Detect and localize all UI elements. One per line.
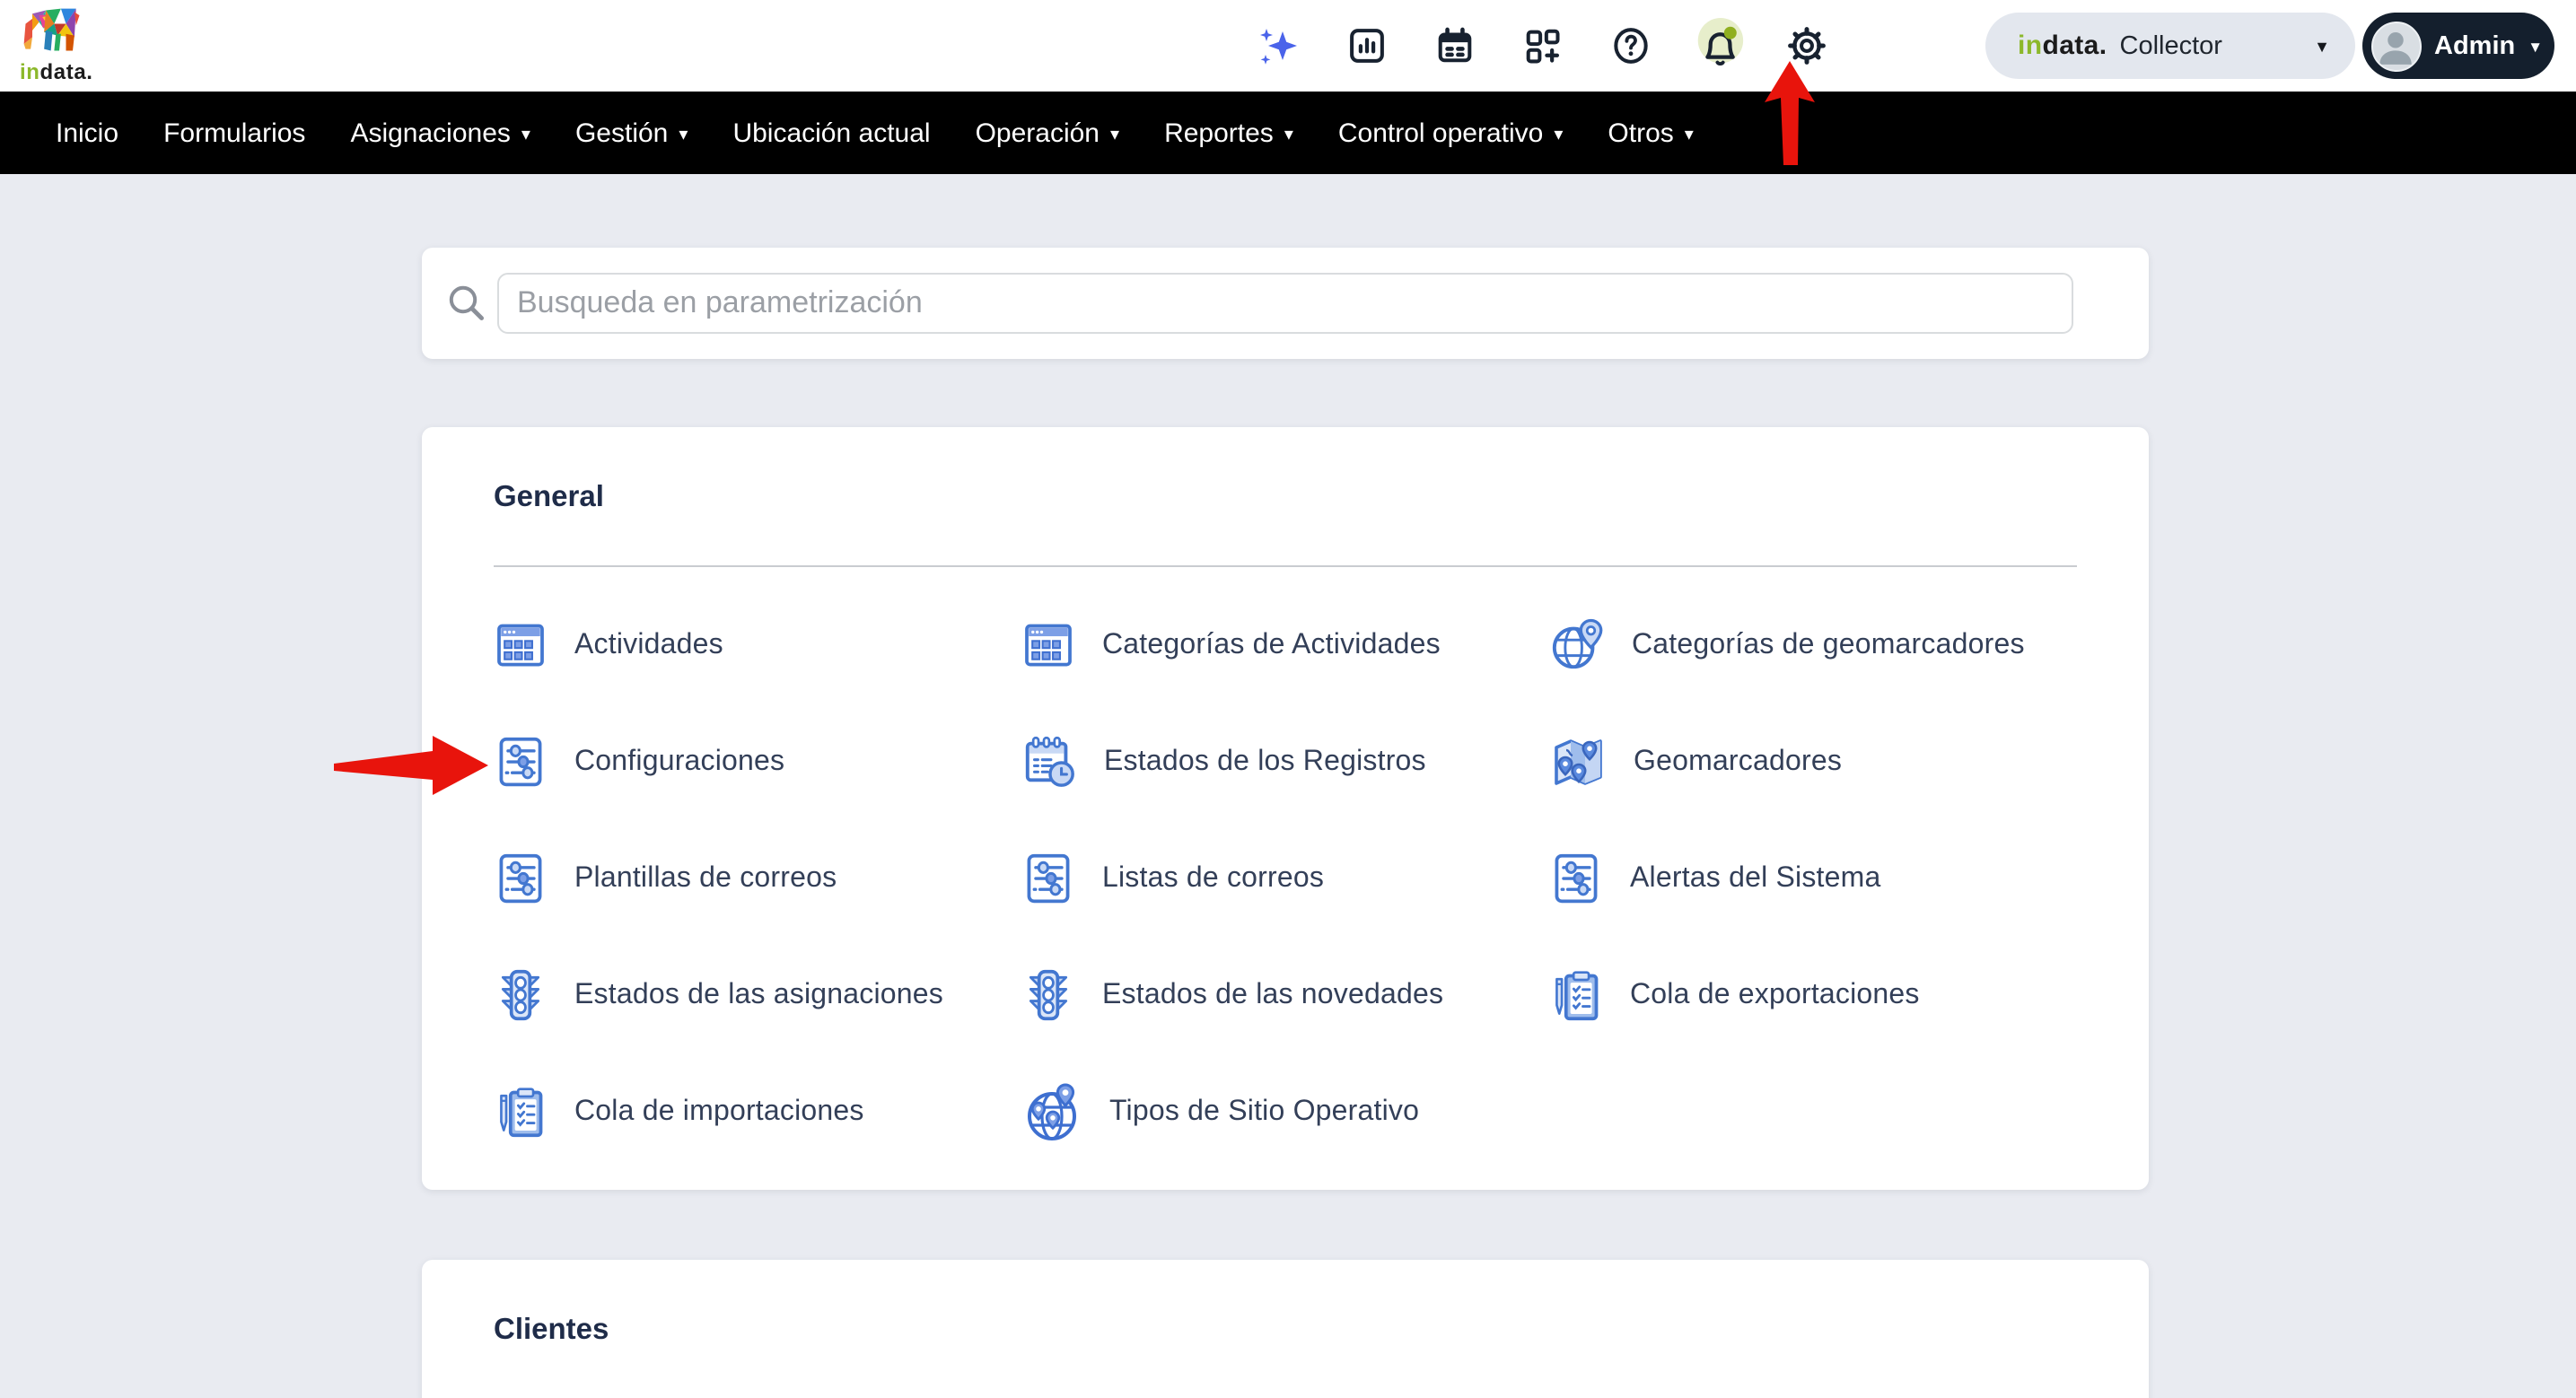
sliders-icon [494,851,548,906]
chevron-down-icon: ▾ [1684,125,1694,144]
top-header: indata. indata. Collector ▼ Admin ▼ [0,0,2576,92]
section-clientes: Clientes [422,1260,2149,1398]
map-pins-icon [1549,733,1607,791]
section-title: General [494,481,604,513]
user-name: Admin [2434,31,2516,60]
sliders-icon [1021,851,1075,906]
divider [494,565,2077,567]
nav-operacion[interactable]: Operación ▾ [976,118,1120,148]
item-estados-de-los-registros[interactable]: Estados de los Registros [1021,734,1549,790]
chevron-down-icon: ▼ [2528,37,2544,55]
nav-reportes[interactable]: Reportes ▾ [1164,118,1293,148]
item-plantillas-de-correos[interactable]: Plantillas de correos [494,851,1021,906]
avatar [2371,21,2422,71]
section-general: General Actividades Categorías de Activi… [422,427,2149,1190]
item-cola-de-exportaciones[interactable]: Cola de exportaciones [1549,965,2077,1025]
clipboard-checklist-icon [494,1082,548,1141]
item-estados-de-las-novedades[interactable]: Estados de las novedades [1021,965,1549,1025]
nav-asignaciones[interactable]: Asignaciones ▾ [350,118,530,148]
calendar-icon[interactable] [1434,25,1476,66]
main-nav: Inicio Formularios Asignaciones ▾ Gestión… [0,92,2576,174]
sliders-icon [1549,851,1603,906]
red-arrow-right-annotation [334,736,488,795]
chevron-down-icon: ▾ [1554,125,1564,144]
search-card [422,248,2149,359]
chevron-down-icon: ▾ [1110,125,1120,144]
item-geomarcadores[interactable]: Geomarcadores [1549,733,2077,791]
traffic-light-icon [1021,965,1075,1025]
item-configuraciones[interactable]: Configuraciones [494,734,1021,790]
window-grid-icon [1021,617,1075,673]
nav-otros[interactable]: Otros ▾ [1608,118,1693,148]
sparkles-icon[interactable] [1257,24,1300,67]
chevron-down-icon: ▾ [1284,125,1293,144]
workspace-switcher[interactable]: indata. Collector ▼ [1985,13,2355,79]
globe-pin-icon [1549,617,1605,673]
chevron-down-icon: ▼ [2314,37,2330,55]
apps-add-icon[interactable] [1522,25,1564,66]
workspace-product-label: Collector [2119,31,2222,60]
chevron-down-icon: ▾ [679,125,688,144]
elephant-logo-icon [23,8,80,51]
nav-control-operativo[interactable]: Control operativo ▾ [1338,118,1564,148]
notification-dot [1723,26,1737,39]
indata-wordmark: indata. [20,59,93,84]
chevron-down-icon: ▾ [521,125,530,144]
window-grid-icon [494,617,548,673]
item-estados-de-las-asignaciones[interactable]: Estados de las asignaciones [494,965,1021,1025]
param-grid: Actividades Categorías de Actividades Ca… [494,587,2149,1170]
app-viewport: indata. indata. Collector ▼ Admin ▼ Inic… [0,0,2576,1398]
clipboard-checklist-icon [1549,965,1603,1025]
header-icon-row [1257,0,1827,92]
help-icon[interactable] [1610,25,1652,66]
bar-chart-icon[interactable] [1346,25,1388,66]
item-tipos-de-sitio-operativo[interactable]: Tipos de Sitio Operativo [1021,1081,1549,1142]
indata-logo[interactable]: indata. [14,4,122,84]
sliders-icon [494,734,548,790]
traffic-light-icon [494,965,548,1025]
item-categorias-de-geomarcadores[interactable]: Categorías de geomarcadores [1549,617,2077,673]
nav-ubicacion-actual[interactable]: Ubicación actual [732,118,930,148]
nav-inicio[interactable]: Inicio [56,118,118,148]
item-cola-de-importaciones[interactable]: Cola de importaciones [494,1082,1021,1141]
item-categorias-de-actividades[interactable]: Categorías de Actividades [1021,617,1549,673]
notifications-bell-icon[interactable] [1691,18,1747,74]
search-input[interactable] [497,273,2073,334]
section-title: Clientes [494,1314,609,1346]
globe-pins-icon [1021,1081,1082,1142]
workspace-brand: indata. [2018,31,2107,61]
calendar-clock-icon [1021,734,1077,790]
user-menu[interactable]: Admin ▼ [2362,13,2554,79]
item-alertas-del-sistema[interactable]: Alertas del Sistema [1549,851,2077,906]
nav-gestion[interactable]: Gestión ▾ [575,118,688,148]
item-listas-de-correos[interactable]: Listas de correos [1021,851,1549,906]
item-actividades[interactable]: Actividades [494,617,1021,673]
nav-formularios[interactable]: Formularios [163,118,305,148]
red-arrow-up-annotation [1765,61,1815,165]
search-icon [449,285,484,320]
